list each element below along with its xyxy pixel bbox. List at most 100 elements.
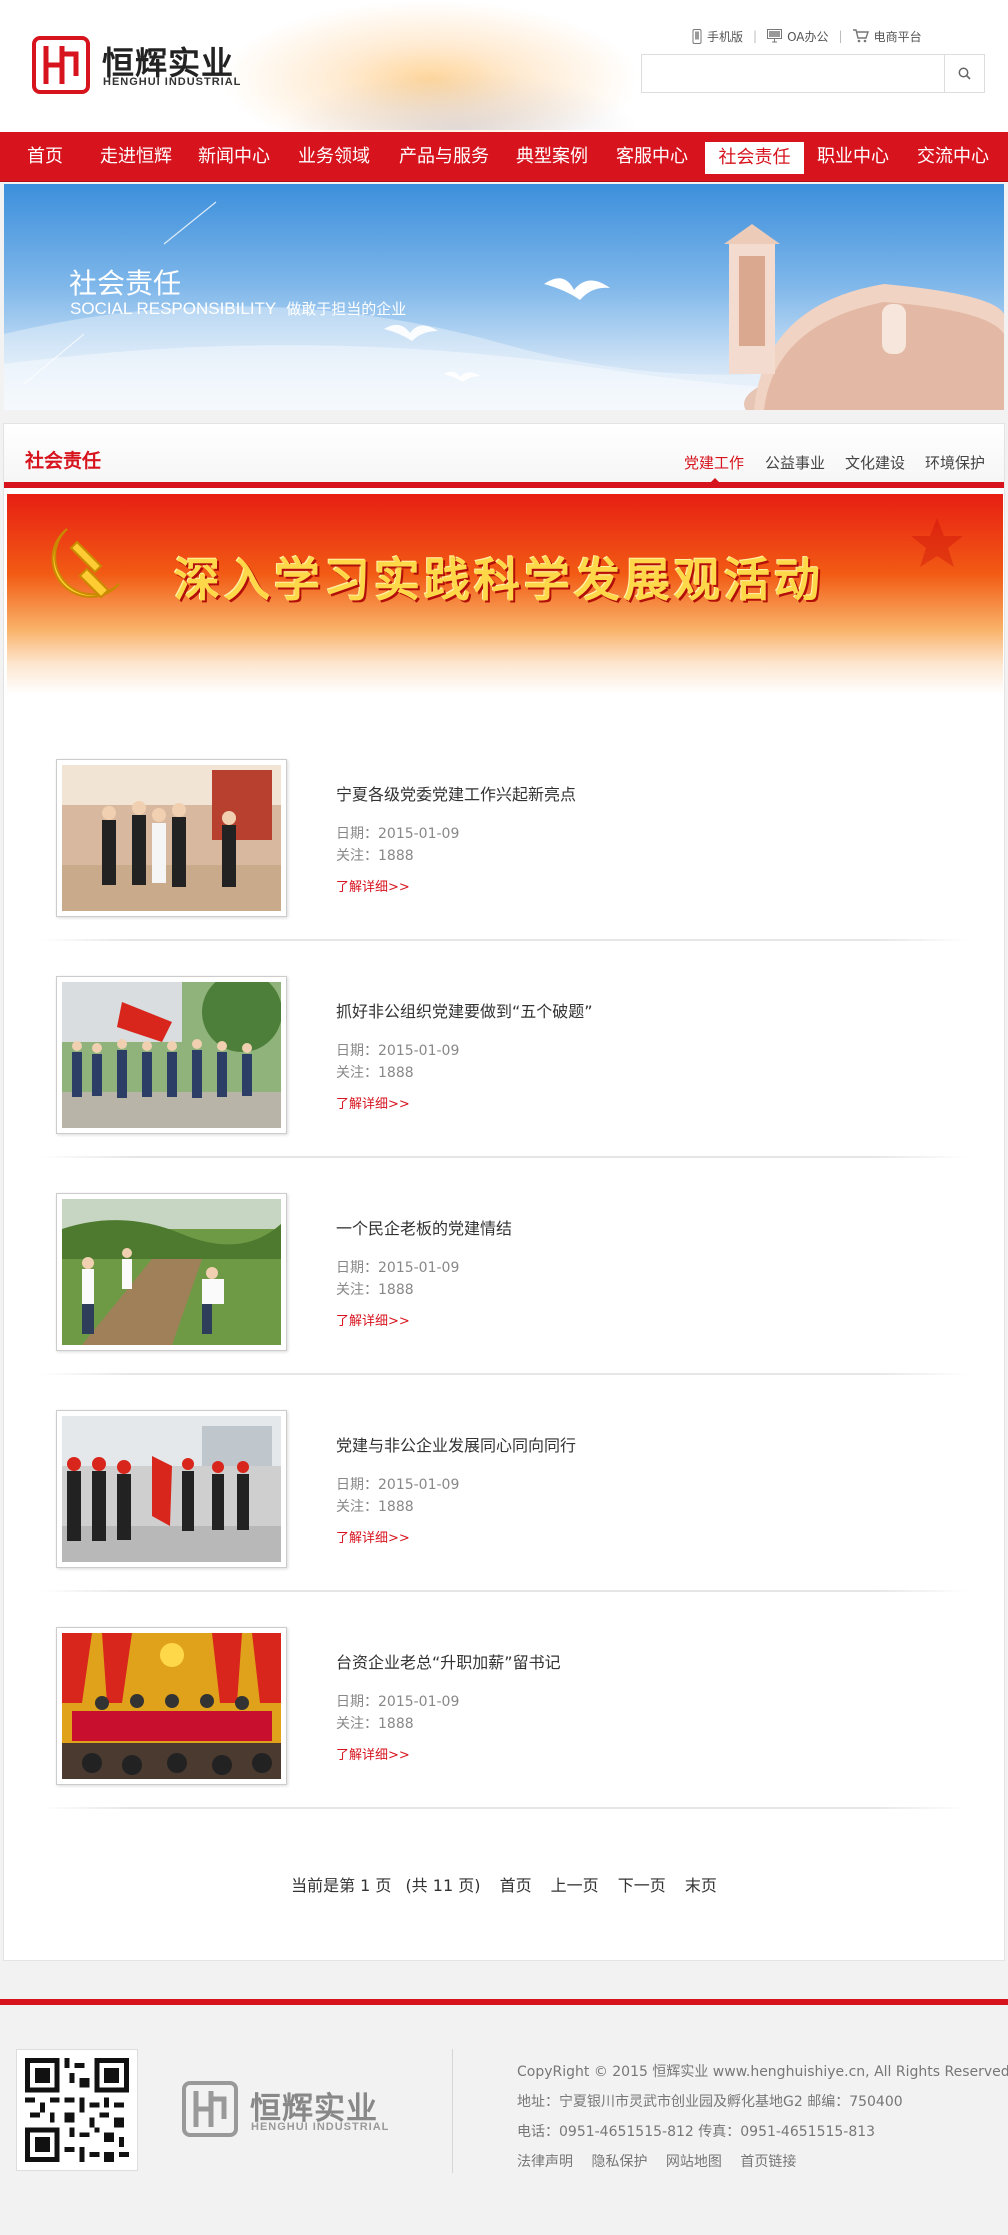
search-input[interactable] <box>642 55 944 92</box>
footer-link-sitemap[interactable]: 网站地图 <box>666 2154 722 2170</box>
logo-name-en: HENGHUI INDUSTRIAL <box>103 76 242 88</box>
pagination: 当前是第 1 页 (共 11 页) 首页 上一页 下一页 末页 <box>4 1872 1004 1896</box>
mobile-link[interactable]: 手机版 <box>692 28 743 45</box>
banner-subtitle: SOCIAL RESPONSIBILITY 做敢于担当的企业 <box>70 298 406 319</box>
tab-culture[interactable]: 文化建设 <box>845 452 905 473</box>
pager-first[interactable]: 首页 <box>500 1876 532 1895</box>
nav-item-news[interactable]: 新闻中心 <box>194 132 274 182</box>
main-nav: 首页 走进恒辉 新闻中心 业务领域 产品与服务 典型案例 客服中心 社会责任 职… <box>0 132 1008 182</box>
news-photo-parade <box>62 1416 281 1562</box>
news-date: 日期：2015-01-09 <box>336 1694 460 1710</box>
news-thumbnail[interactable] <box>56 976 287 1134</box>
news-views: 关注：1888 <box>336 848 414 864</box>
ecommerce-link[interactable]: 电商平台 <box>852 28 922 45</box>
party-emblem-icon <box>51 528 120 599</box>
read-more-link[interactable]: 了解详细>> <box>336 1527 410 1546</box>
news-thumbnail[interactable] <box>56 1410 287 1568</box>
news-thumbnail[interactable] <box>56 1193 287 1351</box>
news-views: 关注：1888 <box>336 1282 414 1298</box>
pager-prev[interactable]: 上一页 <box>551 1876 599 1895</box>
footer-divider <box>452 2049 453 2173</box>
tab-public-welfare[interactable]: 公益事业 <box>765 452 825 473</box>
address-text: 地址：宁夏银川市灵武市创业园及孵化基地G2 邮编：750400 <box>517 2094 903 2110</box>
list-item: 抓好非公组织党建要做到“五个破题” 日期：2015-01-09 关注：1888 … <box>40 976 968 1193</box>
news-title[interactable]: 一个民企老板的党建情结 <box>336 1215 512 1239</box>
search-box <box>641 54 985 93</box>
pager-next[interactable]: 下一页 <box>618 1876 666 1895</box>
item-divider <box>40 1590 968 1592</box>
news-thumbnail[interactable] <box>56 1627 287 1785</box>
nav-item-exchange[interactable]: 交流中心 <box>913 132 993 182</box>
search-button[interactable] <box>944 55 984 92</box>
news-title[interactable]: 抓好非公组织党建要做到“五个破题” <box>336 998 593 1022</box>
qr-code-icon <box>25 2058 129 2162</box>
nav-item-responsibility[interactable]: 社会责任 <box>705 142 804 174</box>
news-photo-group <box>62 982 281 1128</box>
monument-decoration <box>724 224 1004 410</box>
site-logo[interactable]: 恒辉实业 HENGHUI INDUSTRIAL <box>32 36 242 96</box>
nav-item-products[interactable]: 产品与服务 <box>394 132 494 182</box>
ecommerce-link-label: 电商平台 <box>873 29 922 44</box>
news-views: 关注：1888 <box>336 1716 414 1732</box>
news-title[interactable]: 台资企业老总“升职加薪”留书记 <box>336 1649 561 1673</box>
read-more-link[interactable]: 了解详细>> <box>336 1093 410 1112</box>
page: 恒辉实业 HENGHUI INDUSTRIAL 手机版 | OA办公 | 电商平… <box>0 0 1008 2235</box>
read-more-link[interactable]: 了解详细>> <box>336 876 410 895</box>
footer-logo-name-en: HENGHUI INDUSTRIAL <box>251 2121 390 2133</box>
logo-mark-icon <box>32 36 90 94</box>
footer-logo[interactable]: 恒辉实业 HENGHUI INDUSTRIAL <box>182 2081 402 2145</box>
footer: 恒辉实业 HENGHUI INDUSTRIAL CopyRight © 2015… <box>0 2005 1008 2235</box>
news-views: 关注：1888 <box>336 1065 414 1081</box>
list-item: 宁夏各级党委党建工作兴起新亮点 日期：2015-01-09 关注：1888 了解… <box>40 759 968 976</box>
cart-icon <box>852 29 869 43</box>
header: 恒辉实业 HENGHUI INDUSTRIAL 手机版 | OA办公 | 电商平… <box>0 0 1008 132</box>
news-photo-meeting <box>62 765 281 911</box>
banner-title: 社会责任 <box>69 267 182 300</box>
content-panel: 社会责任 党建工作 公益事业 文化建设 环境保护 深入学习实践科学发展观活动 宁… <box>3 423 1005 1961</box>
mobile-link-label: 手机版 <box>707 29 744 44</box>
divider: | <box>753 29 758 43</box>
footer-link-legal[interactable]: 法律声明 <box>517 2154 573 2170</box>
divider: | <box>838 29 843 43</box>
pager-last[interactable]: 末页 <box>685 1876 717 1895</box>
news-views: 关注：1888 <box>336 1499 414 1515</box>
phone-text: 电话：0951-4651515-812 传真：0951-4651515-813 <box>517 2124 876 2140</box>
footer-link-home[interactable]: 首页链接 <box>740 2154 796 2170</box>
news-date: 日期：2015-01-09 <box>336 1043 460 1059</box>
read-more-link[interactable]: 了解详细>> <box>336 1310 410 1329</box>
news-list: 宁夏各级党委党建工作兴起新亮点 日期：2015-01-09 关注：1888 了解… <box>40 759 968 1844</box>
header-mountain-decoration <box>280 70 640 130</box>
list-item: 党建与非公企业发展同心同向同行 日期：2015-01-09 关注：1888 了解… <box>40 1410 968 1627</box>
section-header: 社会责任 党建工作 公益事业 文化建设 环境保护 <box>4 424 1004 488</box>
nav-item-service[interactable]: 客服中心 <box>612 132 692 182</box>
footer-link-privacy[interactable]: 隐私保护 <box>591 2154 647 2170</box>
footer-links: 法律声明 隐私保护 网站地图 首页链接 <box>517 2147 1008 2177</box>
news-date: 日期：2015-01-09 <box>336 826 460 842</box>
news-photo-conference <box>62 1633 281 1779</box>
banner-subtitle-en: SOCIAL RESPONSIBILITY <box>70 299 277 318</box>
news-date: 日期：2015-01-09 <box>336 1477 460 1493</box>
pager-total: (共 11 页) <box>405 1876 481 1895</box>
tab-environment[interactable]: 环境保护 <box>925 452 985 473</box>
qr-code <box>16 2049 138 2171</box>
copyright-text: CopyRight © 2015 恒辉实业 www.henghuishiye.c… <box>517 2064 1008 2080</box>
item-divider <box>40 1156 968 1158</box>
banner-slogan: 做敢于担当的企业 <box>286 300 407 318</box>
news-thumbnail[interactable] <box>56 759 287 917</box>
nav-item-about[interactable]: 走进恒辉 <box>96 132 176 182</box>
nav-item-careers[interactable]: 职业中心 <box>813 132 893 182</box>
news-title[interactable]: 党建与非公企业发展同心同向同行 <box>336 1432 576 1456</box>
nav-item-cases[interactable]: 典型案例 <box>512 132 592 182</box>
party-banner-title: 深入学习实践科学发展观活动 <box>174 553 824 607</box>
list-item: 一个民企老板的党建情结 日期：2015-01-09 关注：1888 了解详细>> <box>40 1193 968 1410</box>
pager-status: 当前是第 1 页 <box>291 1876 392 1895</box>
oa-link-label: OA办公 <box>787 29 829 44</box>
oa-link[interactable]: OA办公 <box>767 28 829 45</box>
news-title[interactable]: 宁夏各级党委党建工作兴起新亮点 <box>336 781 576 805</box>
tab-party-building[interactable]: 党建工作 <box>684 452 744 473</box>
nav-item-home[interactable]: 首页 <box>18 132 72 182</box>
nav-item-business[interactable]: 业务领域 <box>294 132 374 182</box>
read-more-link[interactable]: 了解详细>> <box>336 1744 410 1763</box>
section-title: 社会责任 <box>25 450 102 472</box>
item-divider <box>40 939 968 941</box>
